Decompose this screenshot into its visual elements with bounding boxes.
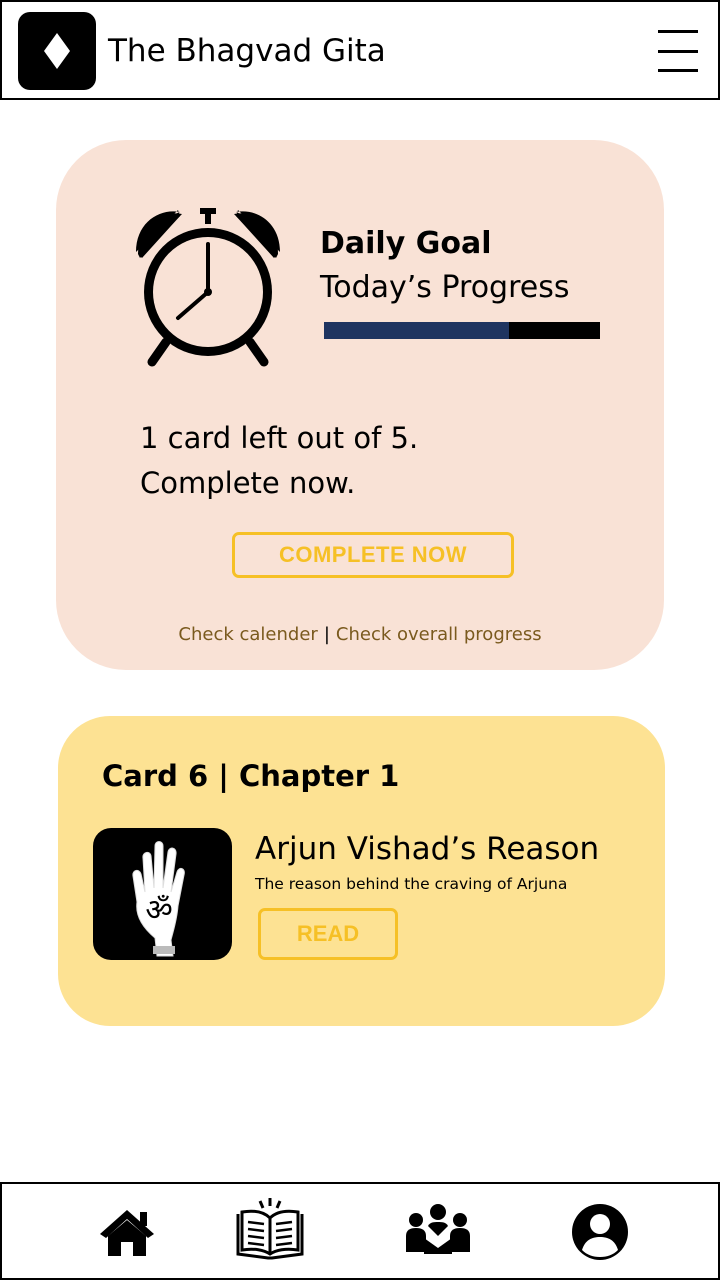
links-separator: |	[323, 624, 330, 645]
alarm-clock-icon	[136, 208, 280, 367]
home-icon	[100, 1210, 154, 1256]
goal-message: 1 card left out of 5. Complete now.	[140, 416, 560, 506]
om-hand-icon: ॐ	[132, 841, 185, 957]
lesson-description: The reason behind the craving of Arjuna	[255, 875, 568, 893]
goal-message-line2: Complete now.	[140, 466, 356, 500]
nav-home[interactable]	[98, 1200, 156, 1260]
read-button[interactable]: READ	[258, 908, 398, 960]
goal-links: Check calender | Check overall progress	[56, 624, 664, 645]
todays-progress-label: Today’s Progress	[320, 270, 570, 305]
daily-progress-fill	[324, 322, 509, 339]
lesson-title: Arjun Vishad’s Reason	[255, 831, 600, 867]
svg-text:ॐ: ॐ	[145, 893, 172, 928]
hamburger-menu-icon[interactable]	[654, 26, 702, 76]
goal-message-line1: 1 card left out of 5.	[140, 421, 419, 455]
lesson-thumbnail[interactable]: ॐ	[93, 828, 232, 960]
community-icon	[406, 1204, 470, 1254]
bottom-navigation	[0, 1182, 720, 1280]
app-title: The Bhagvad Gita	[108, 33, 386, 69]
nav-community[interactable]	[404, 1200, 472, 1260]
lesson-card-heading: Card 6 | Chapter 1	[102, 759, 400, 793]
lesson-card[interactable]: Card 6 | Chapter 1 ॐ Arjun Vishad’s Reas…	[58, 716, 665, 1026]
complete-now-button[interactable]: COMPLETE NOW	[232, 532, 514, 578]
daily-goal-card: Daily Goal Today’s Progress 1 card left …	[56, 140, 664, 670]
nav-read[interactable]	[234, 1196, 306, 1262]
app-logo[interactable]	[18, 12, 96, 90]
check-calendar-link[interactable]: Check calender	[178, 624, 317, 645]
profile-icon	[572, 1204, 628, 1260]
app-header: The Bhagvad Gita	[0, 0, 720, 100]
diamond-logo-icon	[44, 33, 70, 69]
book-icon	[236, 1198, 304, 1260]
daily-progress-bar	[324, 322, 600, 339]
check-overall-progress-link[interactable]: Check overall progress	[336, 624, 542, 645]
daily-goal-title: Daily Goal	[320, 226, 492, 261]
nav-profile[interactable]	[570, 1202, 630, 1262]
